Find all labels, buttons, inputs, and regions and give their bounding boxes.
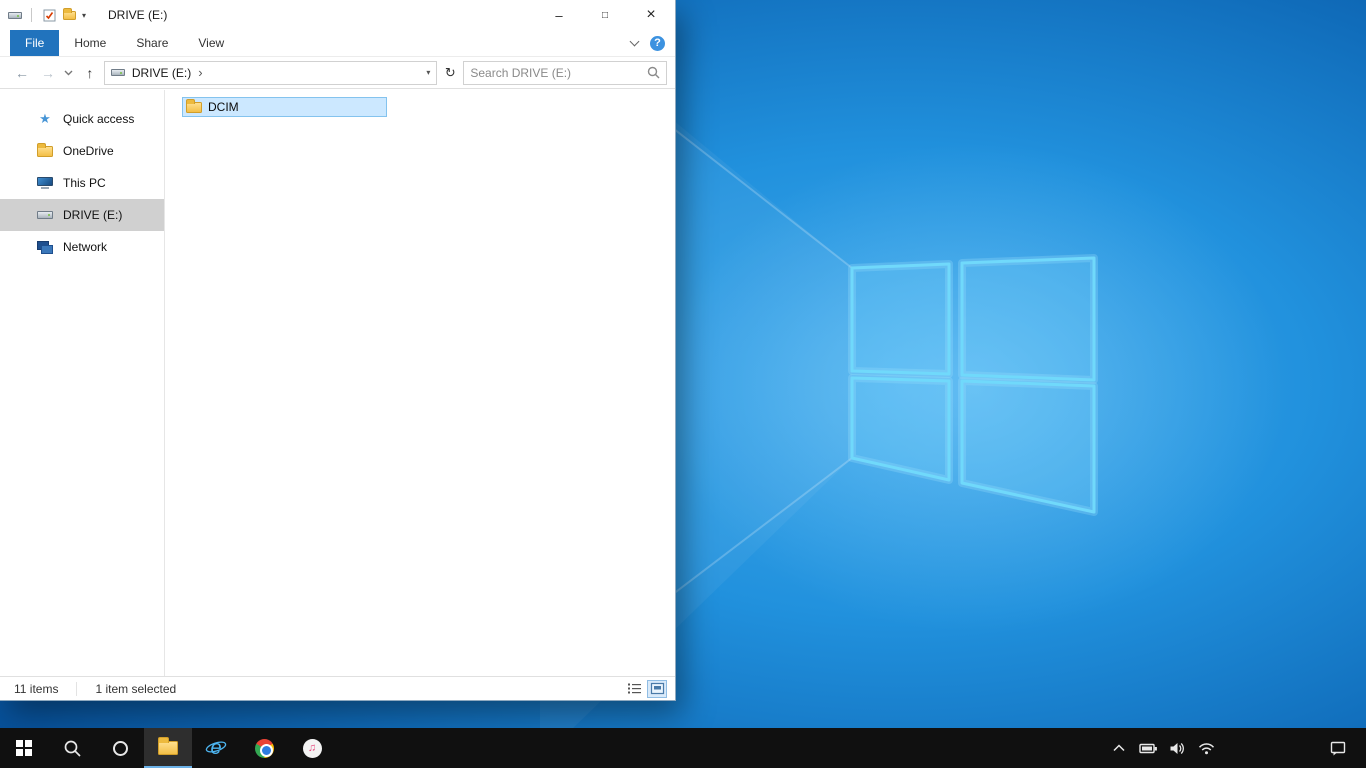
window-controls: – □ × [536, 0, 674, 30]
drive-icon [37, 211, 53, 219]
address-bar[interactable]: DRIVE (E:) › ▾ [103, 60, 438, 85]
refresh-icon[interactable]: ↻ [439, 61, 461, 85]
svg-text:e: e [210, 737, 221, 759]
drive-icon [110, 69, 125, 76]
tab-home[interactable]: Home [59, 30, 121, 56]
forward-button[interactable]: → [36, 61, 60, 85]
breadcrumb[interactable]: DRIVE (E:) [132, 66, 191, 80]
itunes-button[interactable]: ♫ [288, 728, 336, 768]
address-dropdown-icon[interactable]: ▾ [426, 68, 430, 77]
close-button[interactable]: × [628, 0, 674, 30]
sidebar-item-onedrive[interactable]: OneDrive [0, 135, 164, 167]
chevron-up-icon [1113, 744, 1125, 752]
network-icon [37, 240, 53, 254]
tab-view[interactable]: View [183, 30, 239, 56]
tab-share[interactable]: Share [121, 30, 183, 56]
status-selection: 1 item selected [95, 681, 177, 696]
recent-locations-icon[interactable] [62, 61, 76, 85]
sidebar-item-this-pc[interactable]: This PC [0, 167, 164, 199]
chrome-icon [254, 738, 274, 758]
search-input[interactable] [470, 65, 648, 80]
help-icon[interactable]: ? [650, 35, 665, 51]
ribbon-tabs: File Home Share View ? [0, 30, 675, 57]
large-icons-view-icon[interactable] [647, 679, 667, 698]
battery-tray-button[interactable] [1137, 728, 1159, 768]
breadcrumb-chevron-icon[interactable]: › [198, 65, 202, 80]
new-folder-icon[interactable] [63, 7, 76, 20]
network-tray-button[interactable] [1195, 728, 1217, 768]
action-center-icon [1330, 741, 1346, 756]
search-box [463, 60, 668, 85]
file-explorer-window: ▾ DRIVE (E:) – □ × File Home Share View … [0, 0, 675, 700]
sidebar-item-label: Quick access [63, 112, 135, 126]
system-tray [1108, 728, 1217, 768]
start-button[interactable] [0, 728, 48, 768]
action-center-button[interactable] [1318, 728, 1358, 768]
up-button[interactable]: ↑ [78, 61, 102, 85]
itunes-icon: ♫ [302, 738, 322, 758]
cortana-icon [112, 740, 128, 756]
file-name: DCIM [208, 100, 239, 114]
navigation-pane: Quick access OneDrive This PC DRIVE (E:)… [0, 90, 165, 676]
window-drive-icon [8, 11, 22, 19]
sidebar-item-label: OneDrive [63, 144, 114, 158]
taskbar: e ♫ [0, 728, 1366, 768]
internet-explorer-icon: e [205, 737, 227, 759]
window-title: DRIVE (E:) [108, 8, 168, 22]
chrome-button[interactable] [240, 728, 288, 768]
maximize-button[interactable]: □ [582, 0, 628, 30]
sidebar-item-label: This PC [63, 176, 106, 190]
divider [31, 8, 32, 22]
details-view-icon[interactable] [624, 680, 644, 698]
quick-access-toolbar: ▾ [8, 7, 86, 23]
file-explorer-taskbar-button[interactable] [144, 728, 192, 768]
wifi-icon [1198, 743, 1214, 755]
status-items-count: 11 items [14, 681, 59, 696]
onedrive-folder-icon [37, 142, 53, 157]
volume-tray-button[interactable] [1166, 728, 1188, 768]
windows-start-icon [16, 740, 32, 756]
search-icon [64, 740, 81, 757]
sidebar-item-quick-access[interactable]: Quick access [0, 103, 164, 135]
navigation-bar: ← → ↑ DRIVE (E:) › ▾ ↻ [0, 57, 675, 89]
properties-icon[interactable] [41, 7, 57, 23]
customize-qat-dropdown-icon[interactable]: ▾ [82, 11, 86, 20]
ribbon-collapse-icon[interactable] [629, 36, 640, 47]
hidden-icons-button[interactable] [1108, 728, 1130, 768]
back-button[interactable]: ← [10, 61, 34, 85]
sidebar-item-label: Network [63, 240, 108, 254]
titlebar: ▾ DRIVE (E:) – □ × [0, 0, 675, 30]
sidebar-item-label: DRIVE (E:) [63, 208, 123, 222]
tab-file[interactable]: File [10, 30, 60, 56]
folder-icon [186, 98, 202, 113]
taskbar-search-button[interactable] [48, 728, 96, 768]
file-explorer-icon [158, 737, 178, 755]
cortana-button[interactable] [96, 728, 144, 768]
file-list: DCIM [165, 90, 675, 676]
internet-explorer-button[interactable]: e [192, 728, 240, 768]
file-item-dcim[interactable]: DCIM [182, 97, 387, 117]
search-icon[interactable] [647, 66, 660, 79]
divider [76, 681, 78, 696]
speaker-icon [1170, 742, 1184, 754]
this-pc-icon [37, 177, 53, 189]
status-bar: 11 items 1 item selected [0, 676, 675, 700]
screen: ▾ DRIVE (E:) – □ × File Home Share View … [0, 0, 1366, 768]
quick-access-star-icon [37, 111, 53, 127]
sidebar-item-network[interactable]: Network [0, 231, 164, 263]
minimize-button[interactable]: – [536, 0, 582, 30]
battery-icon [1138, 743, 1157, 754]
sidebar-item-drive-e[interactable]: DRIVE (E:) [0, 199, 164, 231]
